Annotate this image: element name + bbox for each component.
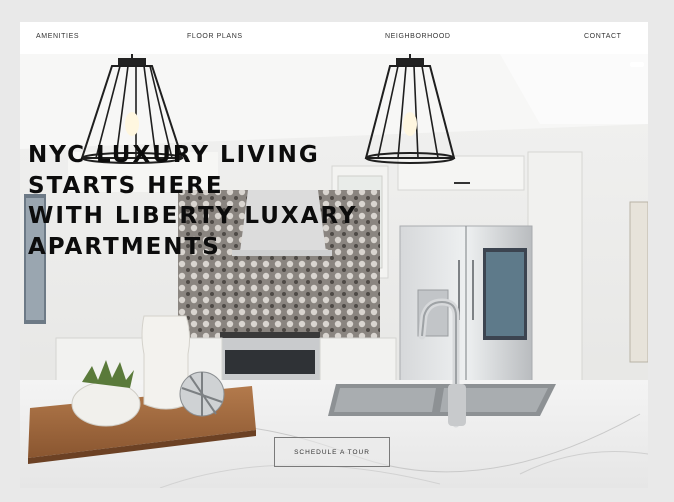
headline-line: NYC LUXURY LIVING — [28, 142, 320, 168]
schedule-tour-button[interactable]: SCHEDULE A TOUR — [274, 437, 390, 467]
hero-headline: NYC LUXURY LIVING STARTS HERE WITH LIBER… — [28, 140, 358, 262]
nav-item-neighborhood[interactable]: NEIGHBORHOOD — [385, 33, 451, 40]
nav-item-floor-plans[interactable]: FLOOR PLANS — [187, 33, 243, 40]
headline-line: STARTS HERE — [28, 172, 224, 199]
headline-line: WITH LIBERTY LUXARY — [28, 203, 358, 229]
top-navigation: AMENITIES FLOOR PLANS NEIGHBORHOOD CONTA… — [20, 22, 648, 54]
headline-line: APARTMENTS — [28, 233, 221, 260]
nav-item-contact[interactable]: CONTACT — [584, 33, 622, 40]
nav-item-amenities[interactable]: AMENITIES — [36, 33, 79, 40]
hero-kitchen-image — [20, 54, 648, 488]
landing-page: AMENITIES FLOOR PLANS NEIGHBORHOOD CONTA… — [20, 22, 648, 488]
